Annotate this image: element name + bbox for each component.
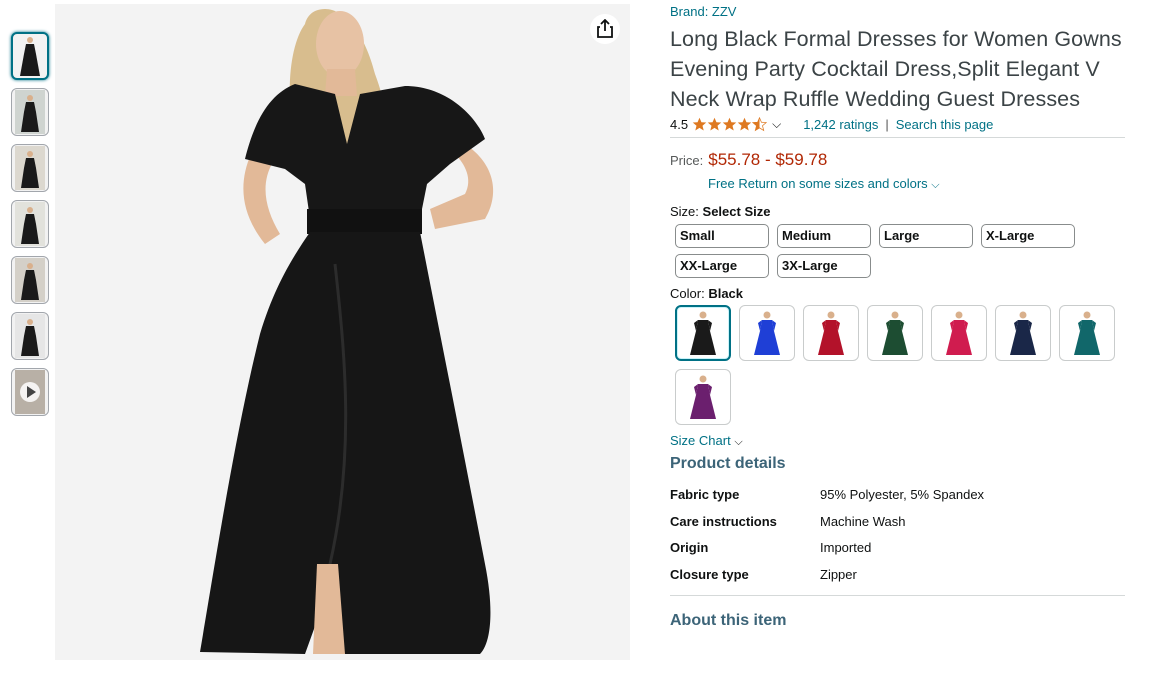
size-chart-label: Size Chart [670,433,731,448]
color-swatch[interactable] [803,305,859,361]
dress-thumbnail-image [15,314,45,358]
color-selected-value: Black [708,286,744,301]
thumbnail-6[interactable] [11,312,49,360]
detail-key: Fabric type [670,487,740,502]
star-icon [737,117,752,130]
thumbnail-3[interactable] [11,144,49,192]
main-product-image[interactable] [55,4,630,660]
price-label: Price: [670,153,704,168]
detail-value: Machine Wash [820,513,906,529]
detail-key: Closure type [670,566,749,582]
thumbnail-2[interactable] [11,88,49,136]
separator: | [885,116,889,132]
color-swatch[interactable] [931,305,987,361]
star-icon [722,117,737,130]
brand-link[interactable]: Brand: ZZV [670,4,1125,22]
half-star-icon [752,116,768,131]
rating-score: 4.5 [670,116,689,132]
detail-value: Imported [820,540,872,555]
product-details-table: Fabric type 95% Polyester, 5% Spandex Ca… [670,487,984,593]
free-return-label: Free Return on some sizes and colors [708,176,928,191]
detail-value: 95% Polyester, 5% Spandex [820,487,985,502]
size-chart-link[interactable]: Size Chart ⌵ [670,433,1125,449]
size-selected-value: Select Size [702,204,771,219]
chevron-down-icon[interactable]: ⌵ [772,117,781,132]
table-row: Fabric type 95% Polyester, 5% Spandex [670,487,984,514]
color-swatch[interactable] [1059,305,1115,361]
product-details-heading: Product details [670,455,786,472]
free-return-link[interactable]: Free Return on some sizes and colors ⌵ [708,176,1125,192]
size-option-medium[interactable]: Medium [777,224,871,248]
thumbnail-1[interactable] [11,32,49,80]
thumbnail-list [11,32,51,424]
product-info: Brand: ZZV Long Black Formal Dresses for… [670,4,1125,630]
detail-key: Origin [670,540,709,555]
dress-swatch-image [1074,311,1100,355]
dress-thumbnail-image [15,258,45,302]
chevron-down-icon: ⌵ [734,436,743,448]
dress-swatch-image [882,311,908,355]
dress-thumbnail-image [15,202,45,246]
price-value: $55.78 - $59.78 [708,150,828,169]
about-item-heading: About this item [670,612,787,629]
price-row: Price: $55.78 - $59.78 [670,150,1125,170]
dress-thumbnail-image [15,90,45,134]
color-label-text: Color: [670,286,705,301]
star-icon [707,117,722,130]
dress-swatch-image [690,375,716,419]
dress-swatch-image [754,311,780,355]
divider [670,137,1125,138]
play-video-icon [15,370,45,414]
table-row: Origin Imported [670,540,984,567]
size-option-xx-large[interactable]: XX-Large [675,254,769,278]
dress-model-image [55,4,630,660]
rating-row: 4.5 ⌵ 1,242 ratings | Search this page [670,115,1125,133]
color-swatch[interactable] [675,369,731,425]
size-options: Small Medium Large X-Large XX-Large 3X-L… [675,224,1125,278]
detail-key: Care instructions [670,513,777,529]
color-swatches [675,305,1125,425]
color-swatch[interactable] [867,305,923,361]
color-swatch[interactable] [675,305,731,361]
chevron-down-icon: ⌵ [931,179,940,191]
star-rating[interactable] [692,116,768,132]
ratings-count-link[interactable]: 1,242 ratings [803,117,878,132]
thumbnail-5[interactable] [11,256,49,304]
dress-swatch-image [690,311,716,355]
size-label-text: Size: [670,204,699,219]
color-label: Color: Black [670,286,1125,301]
dress-swatch-image [1010,311,1036,355]
table-row: Care instructions Machine Wash [670,514,984,541]
table-row: Closure type Zipper [670,567,984,594]
size-option-x-large[interactable]: X-Large [981,224,1075,248]
dress-swatch-image [946,311,972,355]
size-option-3x-large[interactable]: 3X-Large [777,254,871,278]
color-swatch[interactable] [995,305,1051,361]
share-button[interactable] [590,14,620,44]
size-option-small[interactable]: Small [675,224,769,248]
size-option-large[interactable]: Large [879,224,973,248]
size-label: Size: Select Size [670,204,1125,219]
product-title: Long Black Formal Dresses for Women Gown… [670,27,1122,111]
search-page-link[interactable]: Search this page [896,117,994,132]
thumbnail-4[interactable] [11,200,49,248]
star-icon [692,117,707,130]
dress-swatch-image [818,311,844,355]
share-icon [597,19,613,38]
thumbnail-video[interactable] [11,368,49,416]
detail-value: Zipper [820,566,857,582]
divider [670,595,1125,596]
dress-thumbnail-image [15,146,45,190]
color-swatch[interactable] [739,305,795,361]
dress-thumbnail-image [20,37,40,76]
